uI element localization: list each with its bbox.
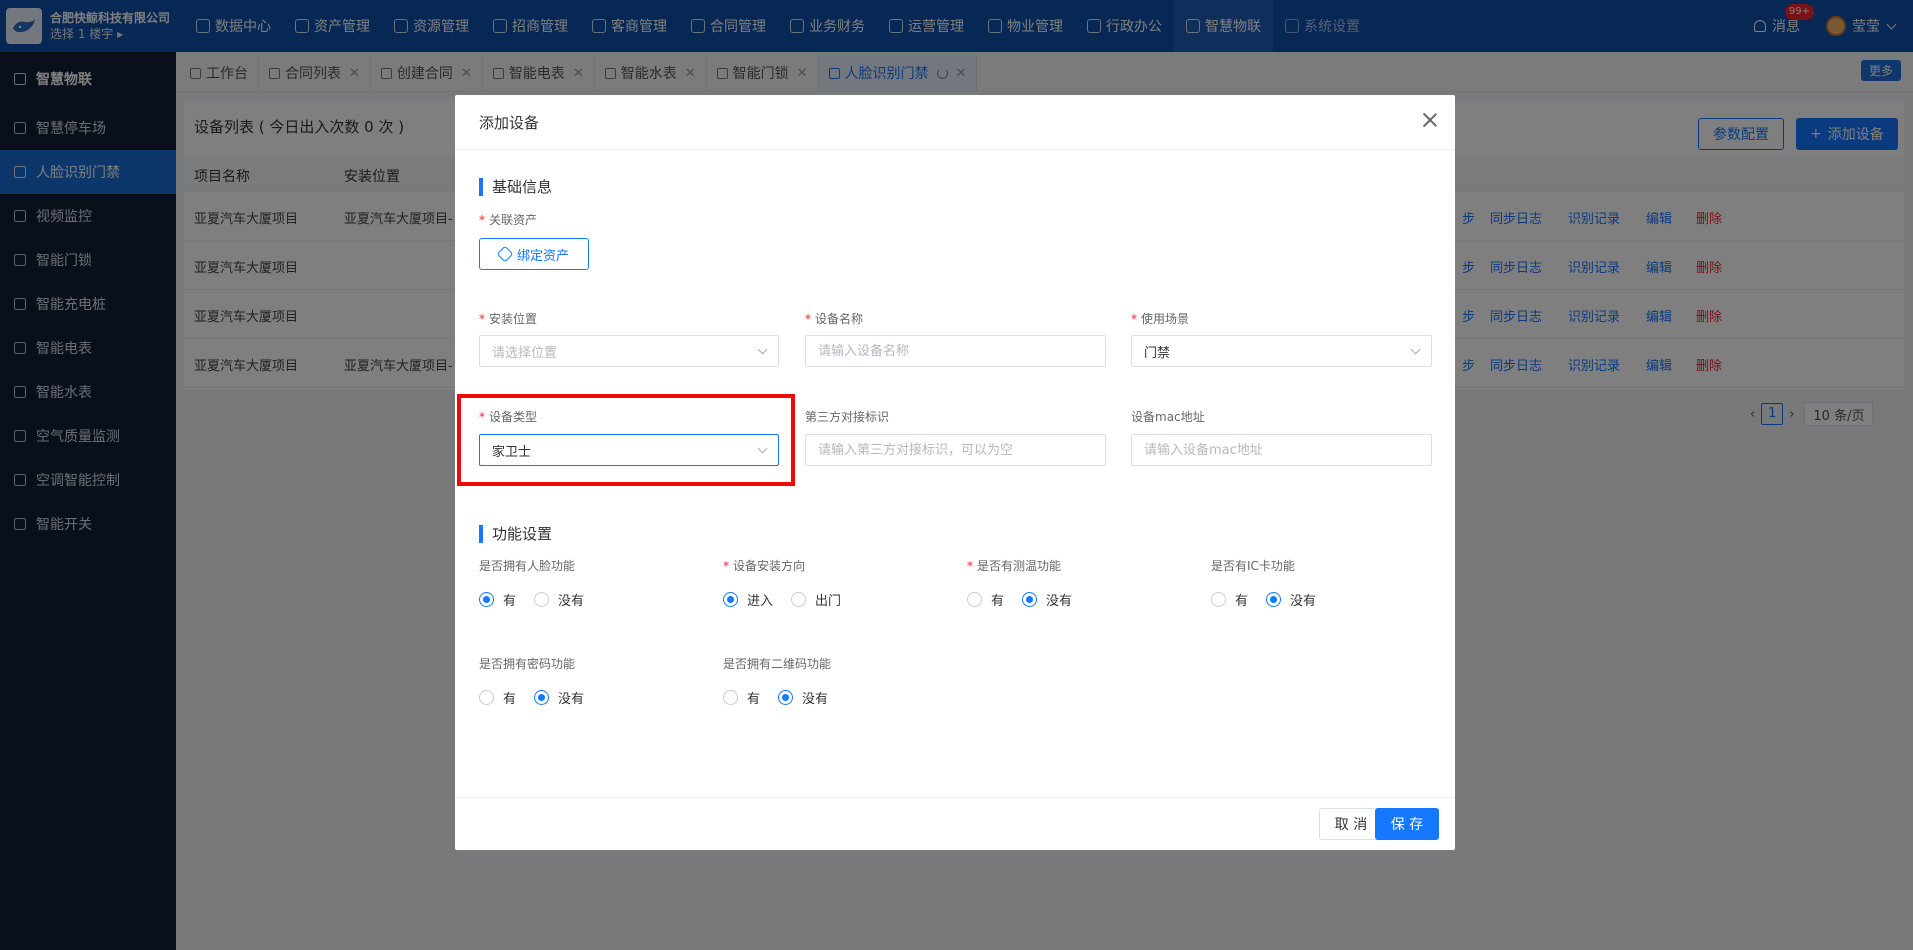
radio-password-no[interactable]: 没有: [534, 688, 584, 707]
radio-ic-no[interactable]: 没有: [1266, 590, 1316, 609]
radio-direction-in[interactable]: 进入: [723, 590, 773, 609]
password-label: 是否拥有密码功能: [479, 657, 576, 671]
section-function-settings: 功能设置: [479, 525, 552, 543]
radio-qrcode-no[interactable]: 没有: [778, 688, 828, 707]
chevron-down-icon: [757, 344, 768, 355]
qrcode-radios: 有 没有: [723, 688, 846, 707]
location-select[interactable]: 请选择位置: [479, 335, 779, 367]
radio-checked-icon: [778, 690, 794, 705]
temperature-label: * 是否有测温功能: [967, 559, 1062, 573]
link-icon: [496, 245, 514, 263]
radio-empty-icon: [534, 592, 550, 607]
dialog-footer: 取 消 保 存: [455, 797, 1455, 850]
direction-radios: 进入 出门: [723, 590, 859, 609]
cancel-button[interactable]: 取 消: [1319, 808, 1383, 840]
radio-temp-yes[interactable]: 有: [967, 590, 1004, 609]
bind-asset-button[interactable]: 绑定资产: [479, 238, 589, 270]
temperature-radios: 有 没有: [967, 590, 1090, 609]
ic-card-radios: 有 没有: [1211, 590, 1334, 609]
device-name-input[interactable]: [805, 335, 1106, 367]
mac-input[interactable]: [1131, 434, 1432, 466]
third-party-label: 第三方对接标识: [805, 410, 890, 424]
location-label: * 安装位置: [479, 312, 538, 326]
section-basic-info: 基础信息: [479, 178, 552, 196]
mac-label: 设备mac地址: [1131, 410, 1205, 424]
face-function-radios: 有 没有: [479, 590, 602, 609]
direction-label: * 设备安装方向: [723, 559, 806, 573]
password-radios: 有 没有: [479, 688, 602, 707]
third-party-field[interactable]: [818, 435, 1105, 465]
radio-face-no[interactable]: 没有: [534, 590, 584, 609]
radio-checked-icon: [479, 592, 494, 607]
add-device-dialog: 添加设备 基础信息 *关联资产 绑定资产 *安装位置 请选择位置 *设备名称 *…: [455, 95, 1455, 850]
radio-empty-icon: [479, 690, 494, 705]
mac-field[interactable]: [1144, 435, 1431, 465]
radio-checked-icon: [723, 592, 738, 607]
radio-face-yes[interactable]: 有: [479, 590, 516, 609]
radio-empty-icon: [1211, 592, 1226, 607]
dialog-title: 添加设备: [479, 113, 540, 132]
highlight-box: [457, 394, 795, 486]
scene-label: * 使用场景: [1131, 312, 1190, 326]
ic-card-label: 是否有IC卡功能: [1211, 559, 1295, 573]
radio-checked-icon: [534, 690, 550, 705]
close-icon[interactable]: [1421, 111, 1439, 129]
radio-password-yes[interactable]: 有: [479, 688, 516, 707]
radio-checked-icon: [1266, 592, 1282, 607]
save-button[interactable]: 保 存: [1375, 808, 1439, 840]
radio-checked-icon: [1022, 592, 1038, 607]
chevron-down-icon: [1410, 344, 1421, 355]
radio-temp-no[interactable]: 没有: [1022, 590, 1072, 609]
radio-direction-out[interactable]: 出门: [791, 590, 841, 609]
radio-empty-icon: [967, 592, 982, 607]
face-function-label: 是否拥有人脸功能: [479, 559, 576, 573]
device-name-field[interactable]: [818, 336, 1105, 366]
scene-select[interactable]: 门禁: [1131, 335, 1432, 367]
radio-ic-yes[interactable]: 有: [1211, 590, 1248, 609]
qrcode-label: 是否拥有二维码功能: [723, 657, 832, 671]
asset-label: * 关联资产: [479, 213, 538, 227]
radio-empty-icon: [791, 592, 807, 607]
third-party-input[interactable]: [805, 434, 1106, 466]
radio-qrcode-yes[interactable]: 有: [723, 688, 760, 707]
device-name-label: * 设备名称: [805, 312, 864, 326]
radio-empty-icon: [723, 690, 738, 705]
